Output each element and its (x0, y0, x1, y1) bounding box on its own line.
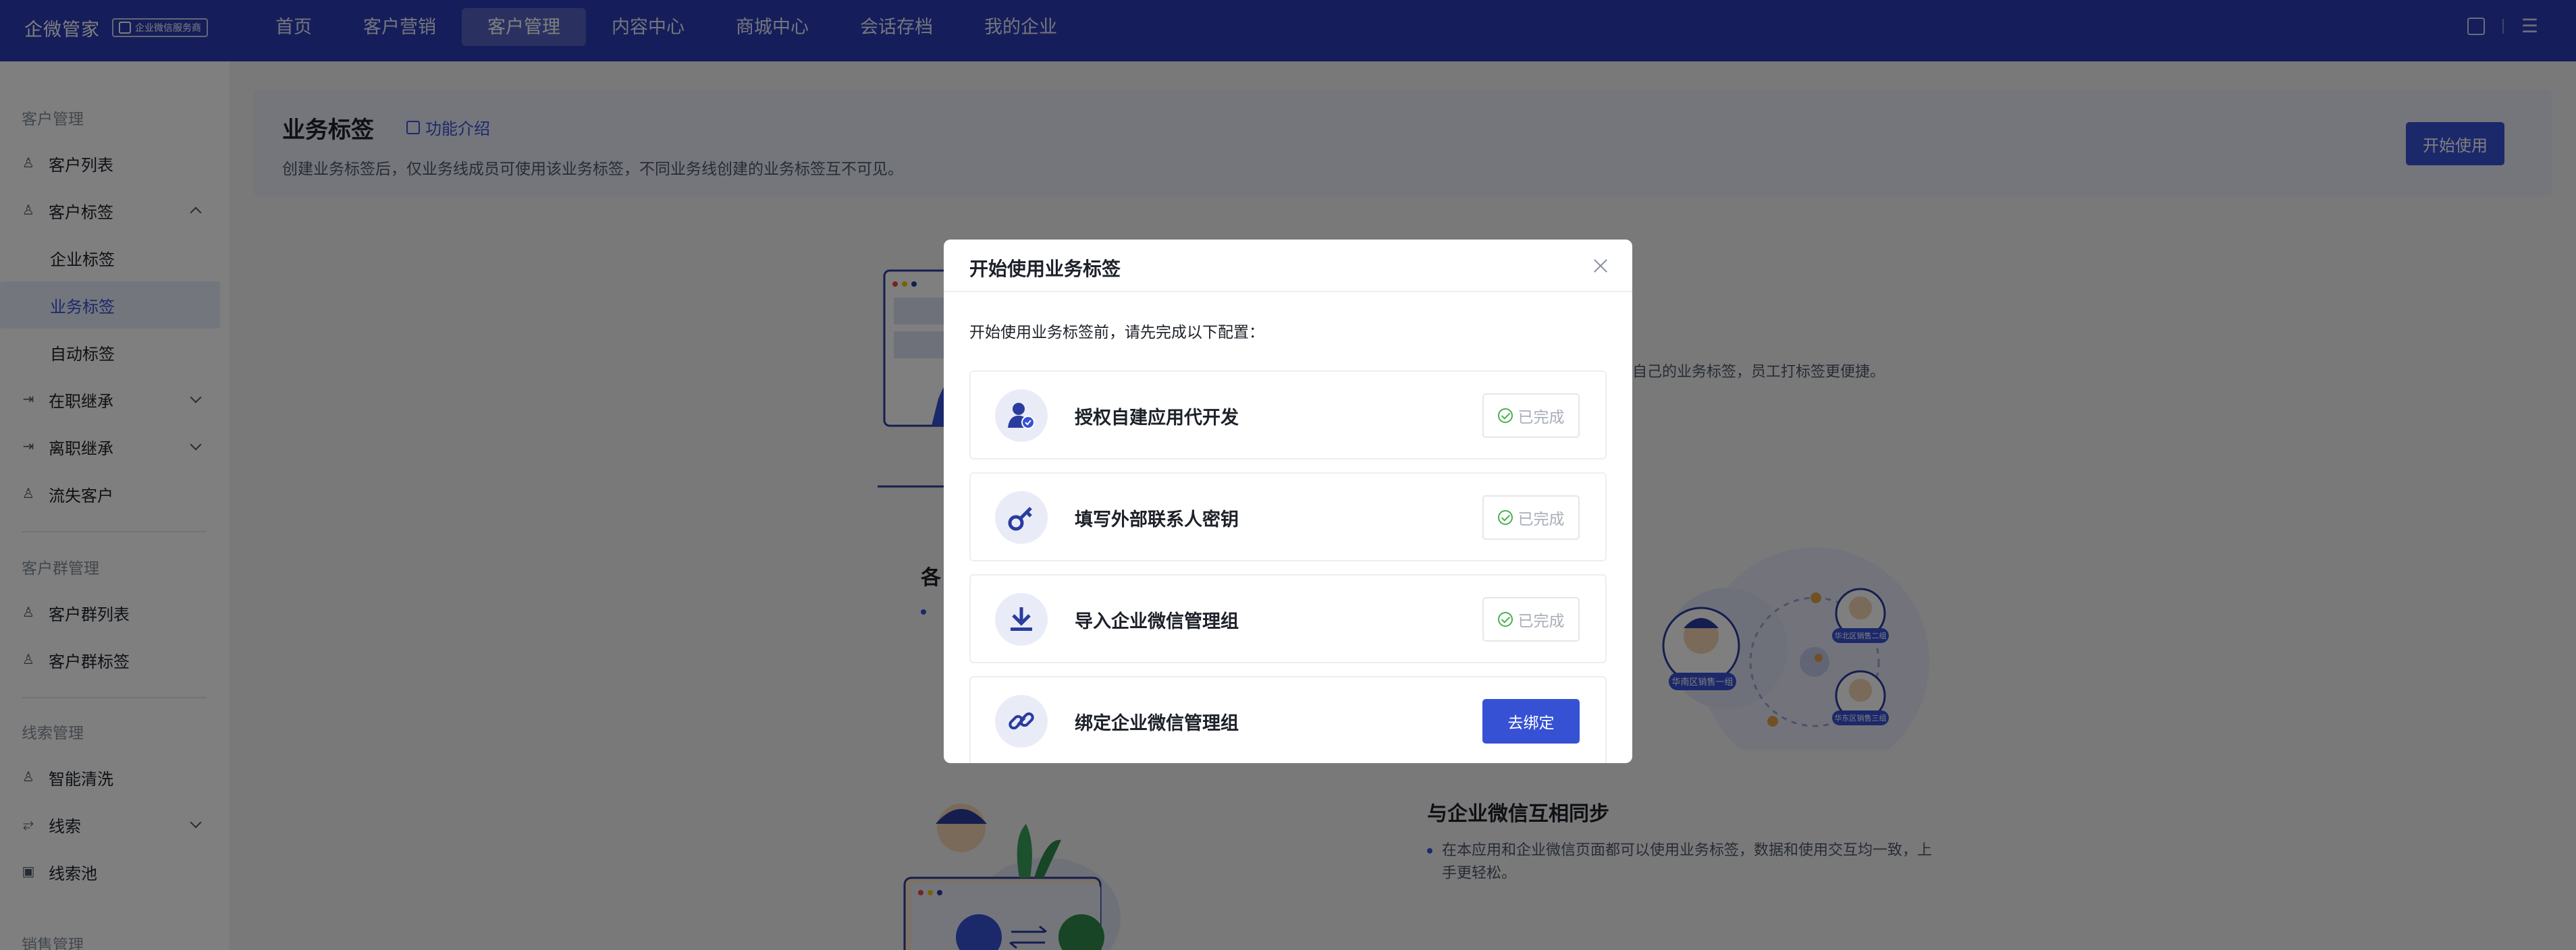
step-label: 授权自建应用代开发 (1075, 408, 1239, 428)
download-icon (995, 593, 1048, 646)
step-external-contact-secret: 填写外部联系人密钥 已完成 (969, 472, 1607, 561)
go-bind-button[interactable]: 去绑定 (1482, 699, 1580, 744)
status-text: 已完成 (1518, 408, 1565, 426)
check-circle-icon (1497, 510, 1513, 525)
key-icon (995, 491, 1048, 544)
step-import-admin-group: 导入企业微信管理组 已完成 (969, 574, 1607, 663)
step-authorize-app: 授权自建应用代开发 已完成 (969, 370, 1607, 459)
step-label: 填写外部联系人密钥 (1075, 509, 1239, 530)
close-icon[interactable] (1592, 257, 1609, 275)
link-icon (995, 695, 1048, 748)
step-label: 导入企业微信管理组 (1075, 611, 1239, 632)
dialog-header: 开始使用业务标签 (944, 240, 1632, 292)
dialog-title: 开始使用业务标签 (969, 258, 1121, 279)
status-text: 已完成 (1518, 612, 1565, 630)
check-circle-icon (1497, 612, 1513, 627)
dialog-intro: 开始使用业务标签前，请先完成以下配置： (969, 323, 1264, 341)
step-status-completed: 已完成 (1482, 393, 1580, 438)
step-label: 绑定企业微信管理组 (1075, 713, 1239, 733)
step-status-completed: 已完成 (1482, 495, 1580, 540)
start-business-tags-dialog: 开始使用业务标签 开始使用业务标签前，请先完成以下配置： 授权自建应用代开发 已… (944, 240, 1632, 763)
user-check-icon (995, 389, 1048, 442)
step-status-completed: 已完成 (1482, 597, 1580, 642)
check-circle-icon (1497, 408, 1513, 423)
status-text: 已完成 (1518, 510, 1565, 528)
step-bind-admin-group: 绑定企业微信管理组 去绑定 (969, 676, 1607, 763)
